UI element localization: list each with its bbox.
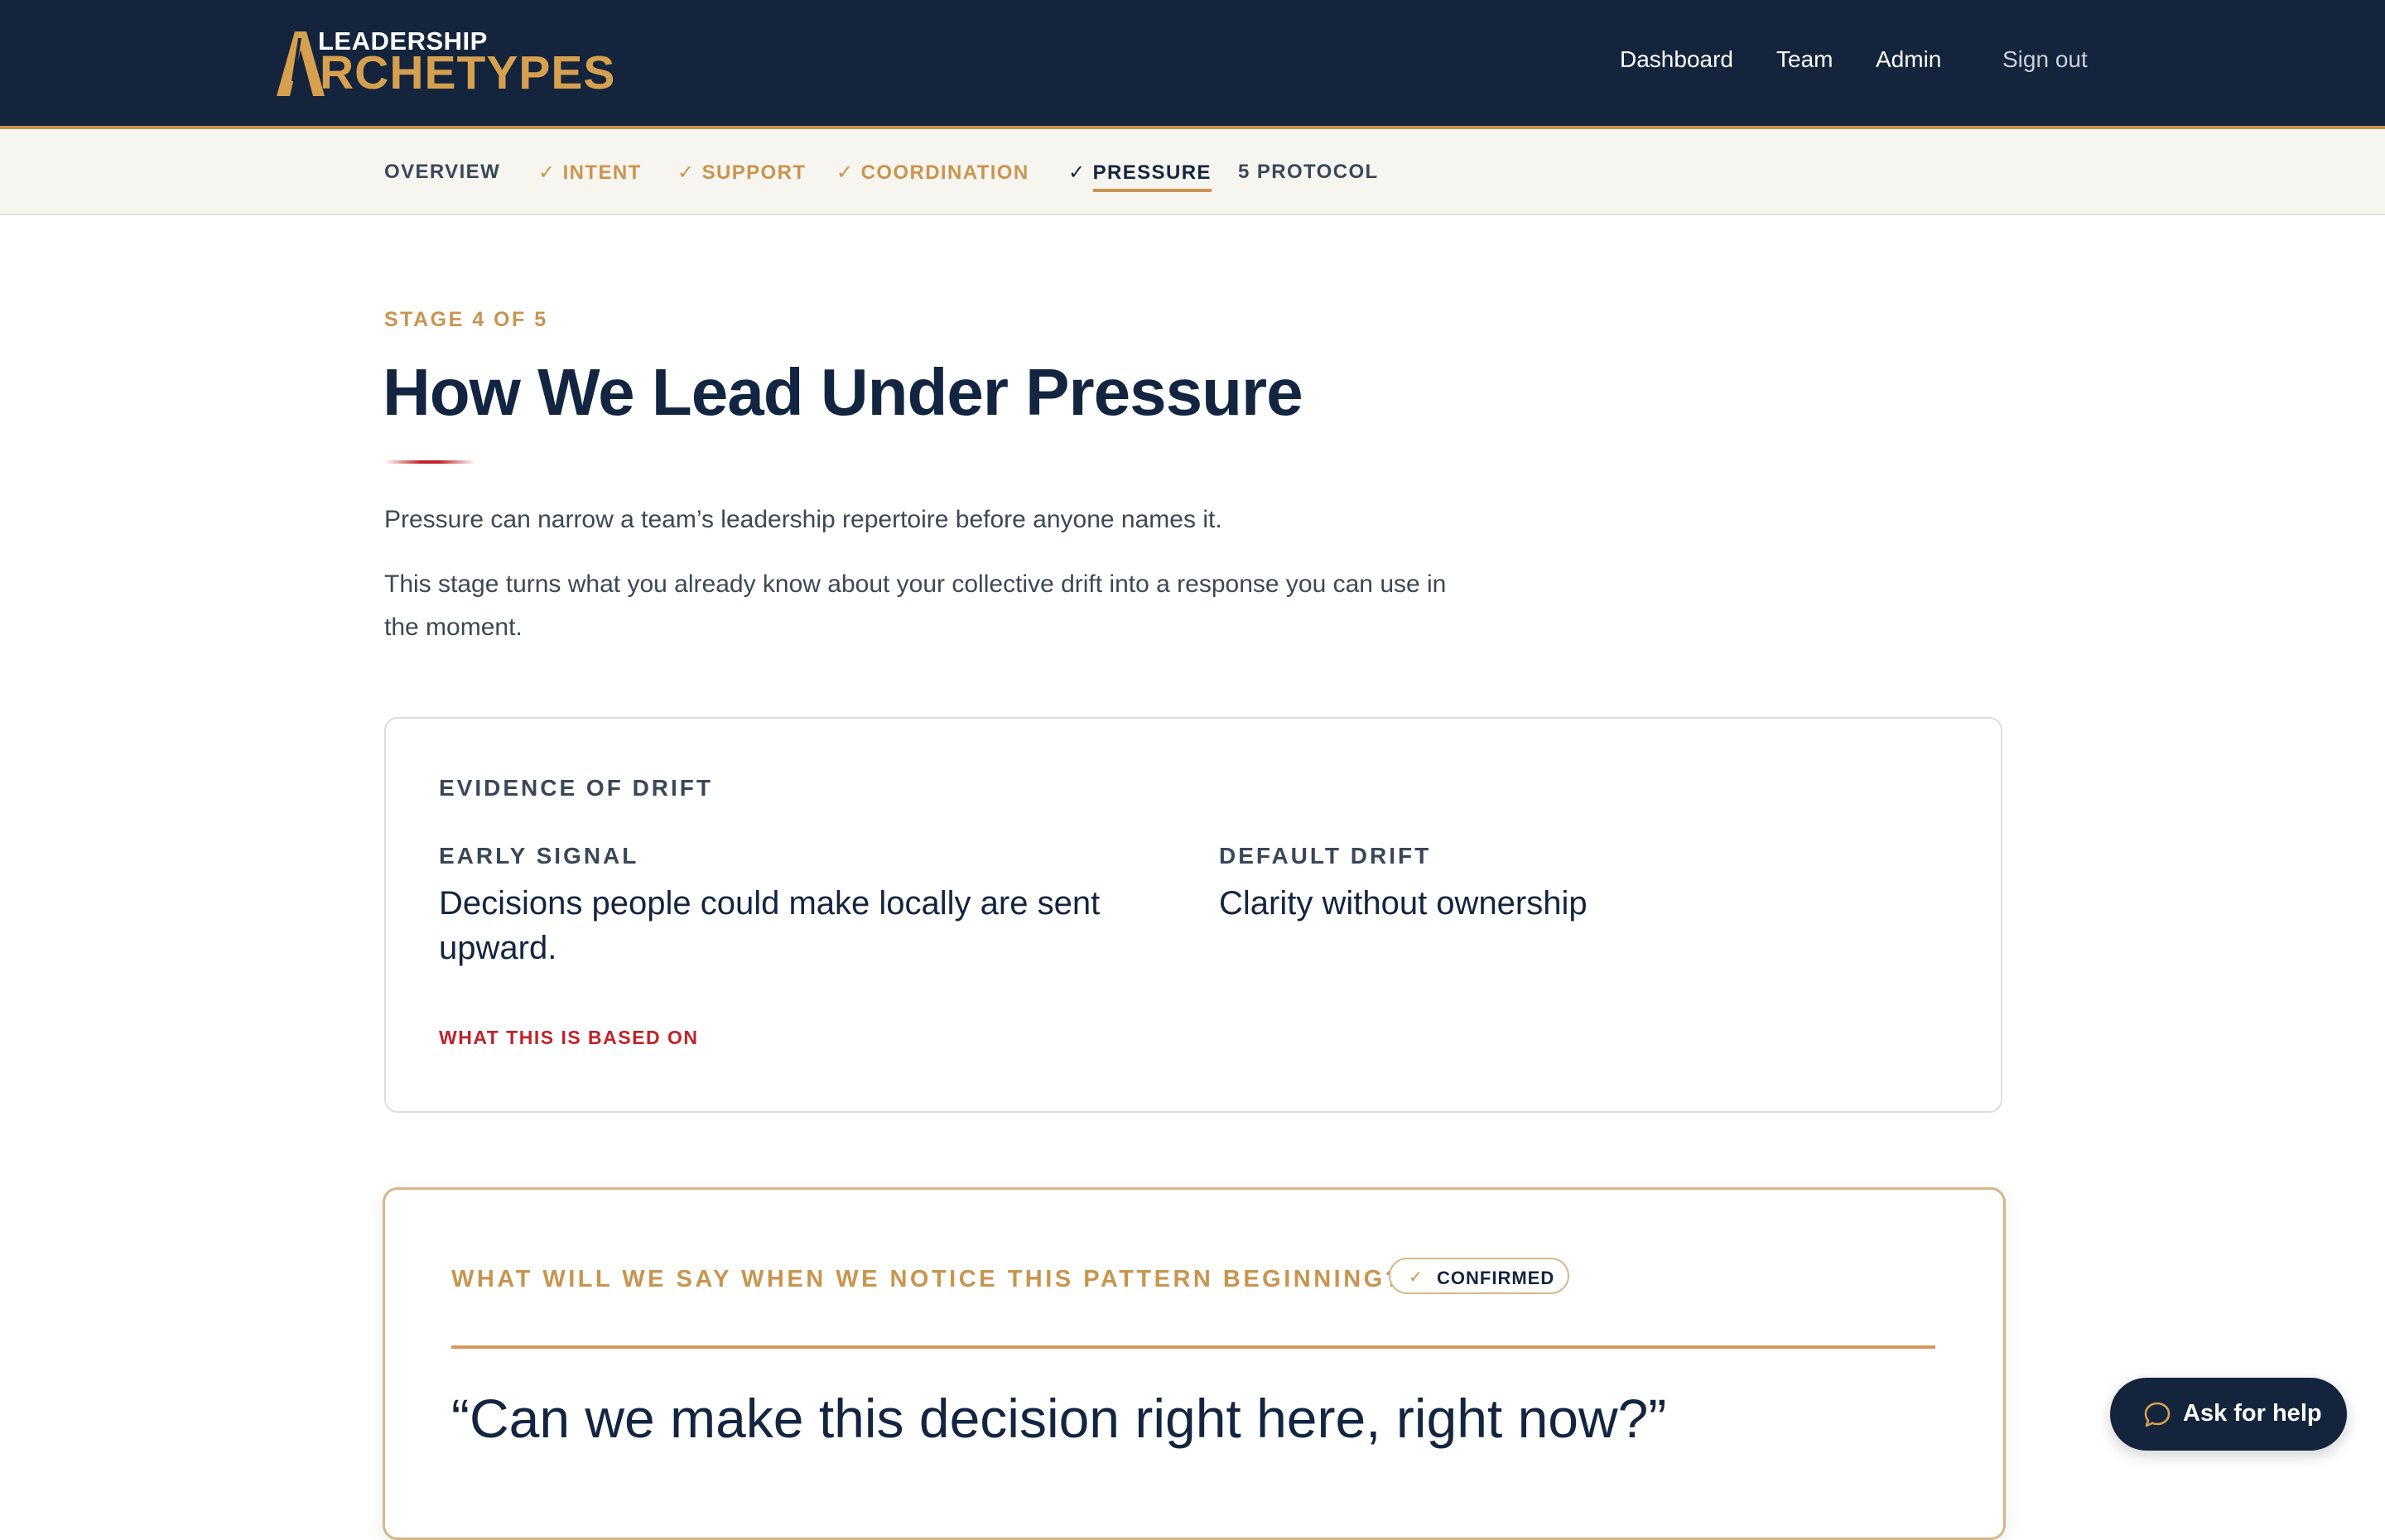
early-signal-value-line-1: Decisions people could make locally are … [439,885,1101,922]
check-icon: ✓ [1409,1268,1424,1287]
check-icon: ✓ [1068,161,1086,184]
early-signal-value: Decisions people could make locally are … [439,881,1118,970]
intro-paragraph-2-line-2: the moment. [384,614,523,641]
logo-a-monogram-icon [277,31,325,96]
what-this-is-based-on-link[interactable]: WHAT THIS IS BASED ON [439,1027,698,1049]
check-icon: ✓ [538,161,556,184]
page-title: How We Lead Under Pressure [383,355,1303,429]
chat-bubble-icon [2144,1402,2171,1427]
step-label: COORDINATION [860,161,1029,184]
step-label: OVERVIEW [384,161,501,183]
intro-paragraph-2: This stage turns what you already know a… [384,563,1510,649]
nav-team[interactable]: Team [1776,46,1833,73]
ask-for-help-button[interactable]: Ask for help [2110,1378,2347,1451]
step-number: 5 [1238,161,1250,183]
stage-stepper: OVERVIEW ✓ INTENT ✓ SUPPORT ✓ COORDINATI… [0,129,2385,215]
intro-paragraph-2-line-1: This stage turns what you already know a… [384,570,1447,598]
leadership-archetypes-logo[interactable]: LEADERSHIP RCHETYPES [277,26,614,98]
step-label: PRESSURE [1092,161,1212,192]
confirmed-response-text: “Can we make this decision right here, r… [451,1388,1667,1449]
intro-paragraph-1: Pressure can narrow a team’s leadership … [384,506,1222,533]
step-label: SUPPORT [701,161,807,184]
nav-dashboard[interactable]: Dashboard [1620,46,1733,73]
early-signal-label: EARLY SIGNAL [439,843,639,869]
check-icon: ✓ [677,161,696,184]
nav-admin[interactable]: Admin [1876,46,1941,73]
default-drift-label: DEFAULT DRIFT [1219,843,1432,869]
pattern-response-card: WHAT WILL WE SAY WHEN WE NOTICE THIS PAT… [383,1187,2006,1540]
ask-for-help-label: Ask for help [2183,1400,2322,1427]
step-overview[interactable]: OVERVIEW [384,161,500,184]
step-protocol[interactable]: 5 PROTOCOL [1238,161,1379,184]
early-signal-value-line-2: upward. [439,930,557,966]
step-support[interactable]: ✓ SUPPORT [677,161,806,185]
nav-sign-out[interactable]: Sign out [2002,46,2088,73]
top-navigation-bar: LEADERSHIP RCHETYPES Dashboard Team Admi… [0,0,2385,129]
stage-indicator: STAGE 4 OF 5 [384,308,548,331]
title-accent-rule [384,460,475,464]
default-drift-value: Clarity without ownership [1219,885,1588,922]
confirmed-badge: ✓ CONFIRMED [1389,1258,1569,1294]
logo-text-archetypes: RCHETYPES [320,46,616,99]
step-intent[interactable]: ✓ INTENT [538,161,642,185]
step-pressure[interactable]: ✓ PRESSURE [1068,161,1212,192]
badge-label: CONFIRMED [1437,1268,1555,1288]
step-coordination[interactable]: ✓ COORDINATION [836,161,1029,185]
step-label: PROTOCOL [1256,161,1379,183]
step-label: INTENT [562,161,642,184]
question-heading: WHAT WILL WE SAY WHEN WE NOTICE THIS PAT… [451,1266,1403,1292]
question-divider [451,1345,1935,1349]
card-heading: EVIDENCE OF DRIFT [439,775,714,801]
check-icon: ✓ [836,161,855,184]
evidence-of-drift-card: EVIDENCE OF DRIFT EARLY SIGNAL Decisions… [384,717,2002,1113]
